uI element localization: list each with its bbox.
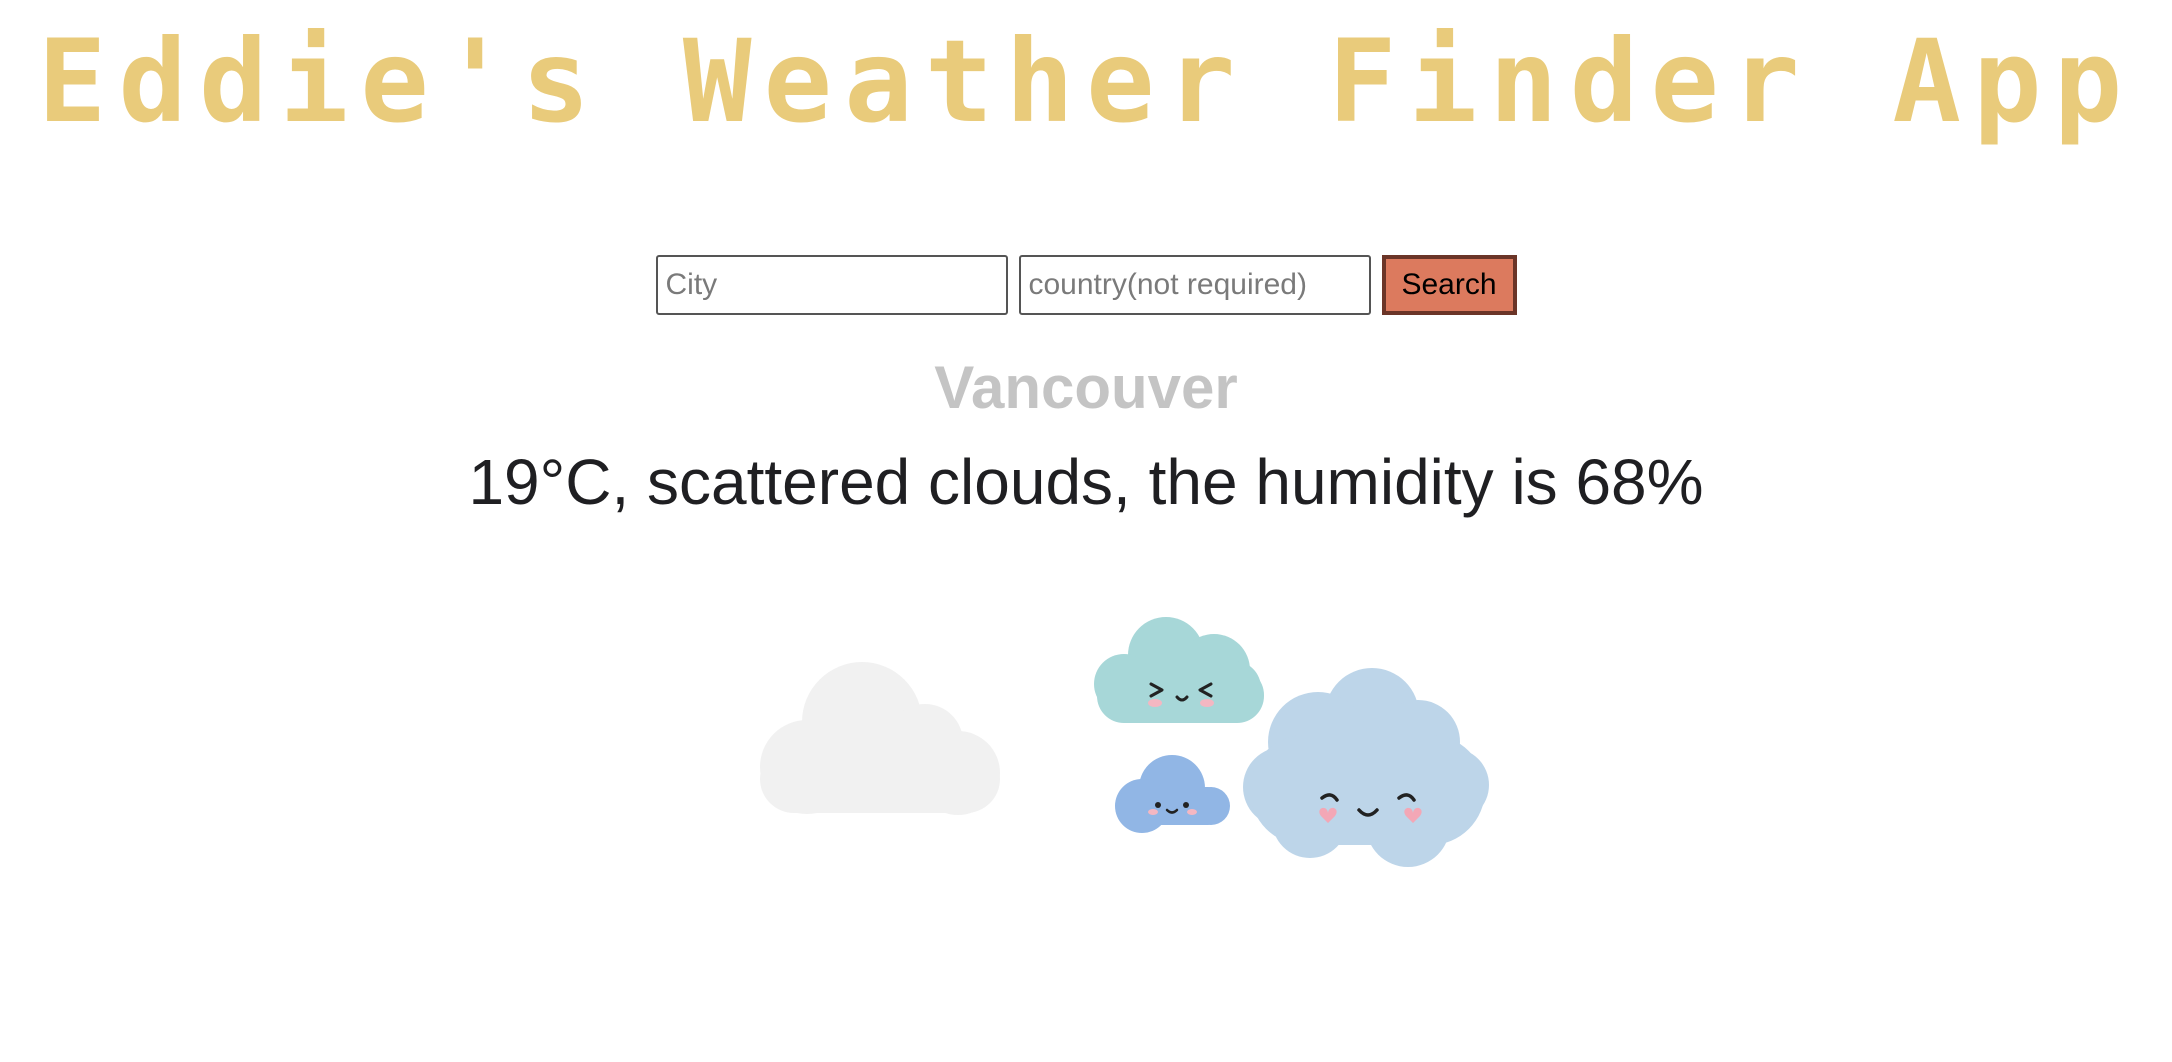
search-button[interactable]: Search [1381, 255, 1517, 315]
grey-cloud-icon [760, 662, 1000, 815]
big-cloud-icon [1243, 668, 1489, 867]
city-name: Vancouver [934, 354, 1238, 421]
city-input[interactable] [655, 255, 1008, 315]
blue-cloud-icon [1115, 755, 1230, 833]
weather-summary: 19°C, scattered clouds, the humidity is … [468, 446, 1704, 518]
cute-clouds-icon [760, 617, 1489, 867]
app-title: Eddie's Weather Finder App [37, 15, 2135, 148]
country-input[interactable] [1018, 255, 1371, 315]
teal-cloud-icon [1094, 617, 1264, 723]
search-form: Search [0, 255, 2172, 315]
weather-app-page: Eddie's Weather Finder App Search Vancou… [0, 0, 2172, 1062]
